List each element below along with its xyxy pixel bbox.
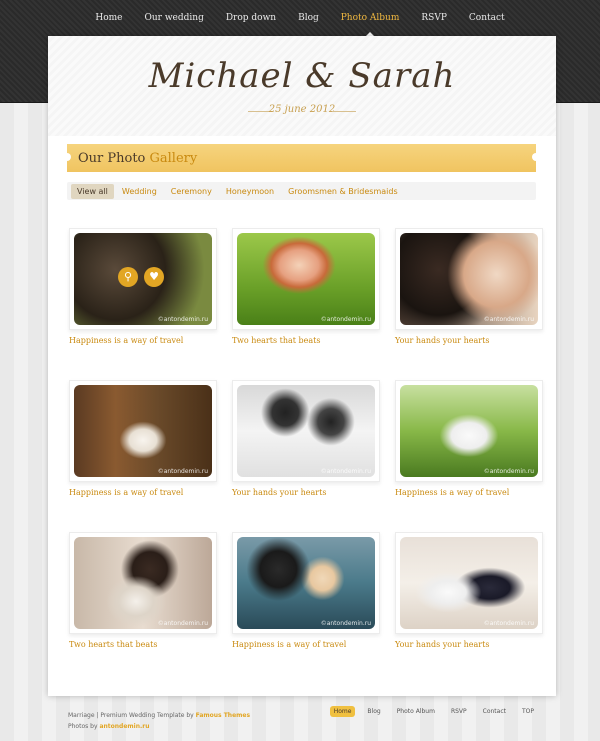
gallery-item[interactable]: ©antondemin.ru Your hands your hearts (232, 380, 380, 497)
filter-wedding[interactable]: Wedding (116, 184, 163, 199)
photo-caption[interactable]: Happiness is a way of travel (232, 640, 380, 649)
watermark: ©antondemin.ru (157, 620, 208, 627)
watermark: ©antondemin.ru (320, 620, 371, 627)
photo[interactable]: ©antondemin.ru (400, 537, 538, 629)
gallery-title-main: Our Photo (78, 151, 146, 166)
photo[interactable]: ©antondemin.ru (74, 385, 212, 477)
photo[interactable]: ⚲ ♥ ©antondemin.ru (74, 233, 212, 325)
photo-caption[interactable]: Your hands your hearts (395, 336, 543, 345)
nav-drop-down[interactable]: Drop down (215, 0, 287, 36)
photo-frame: ©antondemin.ru (232, 228, 380, 330)
gallery-item[interactable]: ©antondemin.ru Two hearts that beats (232, 228, 380, 345)
gallery-title: Our Photo Gallery (78, 151, 197, 166)
gallery-filters: View all Wedding Ceremony Honeymoon Groo… (67, 182, 536, 200)
watermark: ©antondemin.ru (320, 468, 371, 475)
photo-caption[interactable]: Two hearts that beats (69, 640, 217, 649)
photo[interactable]: ©antondemin.ru (237, 385, 375, 477)
photo[interactable]: ©antondemin.ru (74, 537, 212, 629)
photo-frame: ©antondemin.ru (395, 380, 543, 482)
gallery-item[interactable]: ©antondemin.ru Your hands your hearts (395, 228, 543, 345)
gallery-item[interactable]: ©antondemin.ru Happiness is a way of tra… (395, 380, 543, 497)
footer-template-text: Marriage | Premium Wedding Template by (68, 712, 194, 719)
photo-caption[interactable]: Your hands your hearts (232, 488, 380, 497)
watermark: ©antondemin.ru (157, 316, 208, 323)
footer-photos-text: Photos by (68, 723, 98, 730)
nav-our-wedding[interactable]: Our wedding (134, 0, 215, 36)
nav-contact[interactable]: Contact (458, 0, 516, 36)
watermark: ©antondemin.ru (483, 468, 534, 475)
photo[interactable]: ©antondemin.ru (400, 385, 538, 477)
footer-nav-contact[interactable]: Contact (479, 706, 510, 717)
site-title[interactable]: Michael & Sarah (48, 56, 556, 96)
watermark: ©antondemin.ru (483, 620, 534, 627)
photo-frame: ©antondemin.ru (395, 228, 543, 330)
footer-antondemin-link[interactable]: antondemin.ru (99, 723, 149, 730)
date-ornament-right (332, 111, 356, 112)
nav-photo-album[interactable]: Photo Album (330, 0, 411, 37)
photo-frame: ©antondemin.ru (232, 380, 380, 482)
photo-caption[interactable]: Happiness is a way of travel (395, 488, 543, 497)
photo-caption[interactable]: Two hearts that beats (232, 336, 380, 345)
photo-caption[interactable]: Your hands your hearts (395, 640, 543, 649)
filter-honeymoon[interactable]: Honeymoon (220, 184, 280, 199)
filter-groomsmen-bridesmaids[interactable]: Groomsmen & Bridesmaids (282, 184, 404, 199)
gallery-item[interactable]: ⚲ ♥ ©antondemin.ru Happiness is a way of… (69, 228, 217, 345)
heart-icon[interactable]: ♥ (144, 267, 164, 287)
nav-rsvp[interactable]: RSVP (410, 0, 458, 36)
footer-nav-top[interactable]: TOP (518, 706, 538, 717)
gallery-ribbon: Our Photo Gallery (63, 144, 540, 172)
footer-nav-photo-album[interactable]: Photo Album (393, 706, 439, 717)
footer-line-1: Marriage | Premium Wedding Template by F… (68, 710, 250, 721)
gallery-item[interactable]: ©antondemin.ru Your hands your hearts (395, 532, 543, 649)
photo[interactable]: ©antondemin.ru (400, 233, 538, 325)
filter-view-all[interactable]: View all (71, 183, 114, 199)
nav-home[interactable]: Home (84, 0, 133, 36)
footer-nav: Home Blog Photo Album RSVP Contact TOP (329, 706, 538, 717)
photo[interactable]: ©antondemin.ru (237, 233, 375, 325)
watermark: ©antondemin.ru (483, 316, 534, 323)
nav-blog[interactable]: Blog (287, 0, 330, 36)
photo-frame: ©antondemin.ru (69, 532, 217, 634)
photo-caption[interactable]: Happiness is a way of travel (69, 336, 217, 345)
footer-nav-blog[interactable]: Blog (363, 706, 384, 717)
main-nav: Home Our wedding Drop down Blog Photo Al… (0, 0, 600, 37)
photo-frame: ⚲ ♥ ©antondemin.ru (69, 228, 217, 330)
watermark: ©antondemin.ru (157, 468, 208, 475)
photo-caption[interactable]: Happiness is a way of travel (69, 488, 217, 497)
gallery-item[interactable]: ©antondemin.ru Happiness is a way of tra… (69, 380, 217, 497)
footer-nav-home[interactable]: Home (329, 706, 356, 717)
filter-ceremony[interactable]: Ceremony (165, 184, 218, 199)
photo-frame: ©antondemin.ru (69, 380, 217, 482)
footer-nav-rsvp[interactable]: RSVP (447, 706, 471, 717)
photo-frame: ©antondemin.ru (232, 532, 380, 634)
gallery-title-accent: Gallery (149, 151, 198, 166)
magnifier-icon[interactable]: ⚲ (118, 267, 138, 287)
watermark: ©antondemin.ru (320, 316, 371, 323)
gallery-item[interactable]: ©antondemin.ru Two hearts that beats (69, 532, 217, 649)
photo[interactable]: ©antondemin.ru (237, 537, 375, 629)
wedding-date: 25 june 2012 (268, 104, 336, 115)
footer-line-2: Photos by antondemin.ru (68, 721, 250, 732)
gallery-item[interactable]: ©antondemin.ru Happiness is a way of tra… (232, 532, 380, 649)
photo-frame: ©antondemin.ru (395, 532, 543, 634)
content-panel: Michael & Sarah 25 june 2012 Our Photo G… (48, 36, 556, 696)
footer-famous-themes-link[interactable]: Famous Themes (196, 712, 250, 719)
footer-credits: Marriage | Premium Wedding Template by F… (68, 710, 250, 732)
